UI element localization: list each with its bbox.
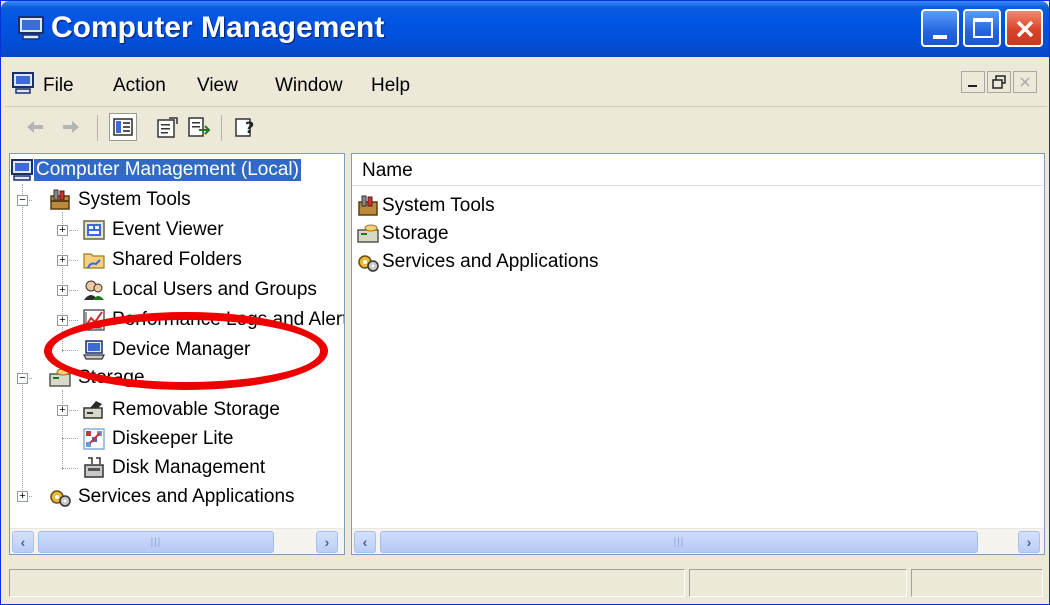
- menu-window[interactable]: Window: [275, 75, 343, 97]
- forward-button[interactable]: [57, 113, 85, 141]
- menu-action[interactable]: Action: [113, 75, 166, 97]
- tree-label: Removable Storage: [112, 399, 280, 420]
- tree-label: Shared Folders: [112, 249, 242, 270]
- minimize-icon: [968, 85, 977, 87]
- expand-event-viewer[interactable]: +: [57, 225, 68, 236]
- back-button[interactable]: [21, 113, 49, 141]
- expand-local-users-and-groups[interactable]: +: [57, 285, 68, 296]
- column-header-name[interactable]: Name: [362, 160, 413, 182]
- tree-label: Local Users and Groups: [112, 279, 317, 300]
- help-button[interactable]: ?: [231, 113, 259, 141]
- diskeeper-icon: [83, 428, 105, 450]
- help-icon: ?: [235, 118, 254, 137]
- system-menu-icon[interactable]: [11, 71, 35, 95]
- expand-shared-folders[interactable]: +: [57, 255, 68, 266]
- scroll-thumb[interactable]: |||: [38, 531, 274, 553]
- window-title: Computer Management: [51, 11, 385, 44]
- tree-label: Disk Management: [112, 457, 266, 478]
- scroll-right-button[interactable]: ›: [1018, 531, 1040, 553]
- minimize-button[interactable]: [921, 9, 959, 47]
- list-item-system-tools[interactable]: System Tools: [356, 192, 495, 220]
- tree-item-local-users-and-groups[interactable]: Local Users and Groups: [82, 276, 317, 304]
- mdi-restore-button[interactable]: [987, 71, 1011, 93]
- mdi-controls: [961, 71, 1037, 93]
- computer-management-icon: [18, 16, 44, 40]
- scroll-left-button[interactable]: ‹: [12, 531, 34, 553]
- tree-item-removable-storage[interactable]: Removable Storage: [82, 396, 280, 424]
- mdi-close-button[interactable]: [1013, 71, 1037, 93]
- svg-text:?: ?: [245, 118, 254, 137]
- expand-performance-logs[interactable]: +: [57, 315, 68, 326]
- red-circle-annotation: [44, 312, 328, 390]
- storage-icon: [357, 224, 379, 243]
- close-icon: [1016, 20, 1034, 38]
- list-item-label: Services and Applications: [382, 251, 599, 272]
- back-icon: [27, 121, 43, 133]
- show-hide-tree-icon: [113, 118, 133, 136]
- tree-item-system-tools[interactable]: System Tools: [48, 186, 191, 214]
- tree-item-services-and-applications[interactable]: Services and Applications: [48, 483, 295, 511]
- tree-item-computer-management-local[interactable]: Computer Management (Local): [10, 156, 301, 184]
- tree-item-shared-folders[interactable]: Shared Folders: [82, 246, 242, 274]
- tree-root-label: Computer Management (Local): [34, 159, 301, 181]
- mdi-minimize-button[interactable]: [961, 71, 985, 93]
- toolbox-icon: [358, 195, 378, 216]
- tree-horizontal-scrollbar[interactable]: ‹ ||| ›: [10, 528, 344, 554]
- tree-item-event-viewer[interactable]: Event Viewer: [82, 216, 224, 244]
- tree-label: Services and Applications: [78, 486, 295, 507]
- menu-file[interactable]: File: [43, 75, 74, 97]
- computer-icon: [11, 159, 33, 181]
- scroll-right-button[interactable]: ›: [316, 531, 338, 553]
- event-viewer-icon: [83, 220, 105, 240]
- properties-icon: [157, 117, 178, 138]
- restore-icon: [992, 75, 1006, 89]
- menu-view[interactable]: View: [197, 75, 238, 97]
- scroll-left-button[interactable]: ‹: [354, 531, 376, 553]
- services-icon: [50, 490, 71, 507]
- toolbox-icon: [50, 189, 70, 210]
- disk-management-icon: [84, 457, 104, 478]
- tree-label: Diskeeper Lite: [112, 428, 234, 449]
- column-header[interactable]: Name: [352, 154, 1044, 186]
- maximize-button[interactable]: [963, 9, 1001, 47]
- export-list-icon: [188, 117, 211, 137]
- tree-label: System Tools: [78, 189, 191, 210]
- close-icon: [1020, 77, 1030, 87]
- show-hide-tree-button[interactable]: [109, 113, 137, 141]
- result-pane[interactable]: Name System Tools Storage Services and A…: [351, 153, 1045, 555]
- collapse-storage[interactable]: −: [17, 373, 28, 384]
- computer-management-window: Computer Management File Action View Win…: [0, 0, 1050, 605]
- list-item-storage[interactable]: Storage: [356, 220, 449, 248]
- removable-storage-icon: [83, 401, 103, 419]
- status-segment-main: [9, 569, 685, 597]
- tree-item-diskeeper-lite[interactable]: Diskeeper Lite: [82, 425, 233, 453]
- close-button[interactable]: [1005, 9, 1043, 47]
- status-segment-2: [689, 569, 907, 597]
- collapse-system-tools[interactable]: −: [17, 195, 28, 206]
- export-list-button[interactable]: [185, 113, 213, 141]
- list-item-label: System Tools: [382, 195, 495, 216]
- expand-removable-storage[interactable]: +: [57, 405, 68, 416]
- folder-icon: [83, 253, 105, 269]
- menu-help[interactable]: Help: [371, 75, 410, 97]
- list-item-services-and-applications[interactable]: Services and Applications: [356, 248, 599, 276]
- expand-services-and-applications[interactable]: +: [17, 491, 28, 502]
- menu-bar: File Action View Window Help: [5, 61, 1047, 107]
- list-item-label: Storage: [382, 223, 449, 244]
- status-bar: [5, 565, 1047, 601]
- title-bar[interactable]: Computer Management: [1, 1, 1049, 57]
- scroll-thumb[interactable]: |||: [380, 531, 978, 553]
- properties-button[interactable]: [153, 113, 181, 141]
- toolbar: ?: [5, 109, 1047, 149]
- forward-icon: [63, 121, 79, 133]
- result-horizontal-scrollbar[interactable]: ‹ ||| ›: [352, 528, 1044, 554]
- tree-label: Event Viewer: [112, 219, 224, 240]
- status-segment-3: [911, 569, 1043, 597]
- tree-item-disk-management[interactable]: Disk Management: [82, 454, 265, 482]
- users-icon: [84, 280, 104, 300]
- services-icon: [358, 255, 379, 272]
